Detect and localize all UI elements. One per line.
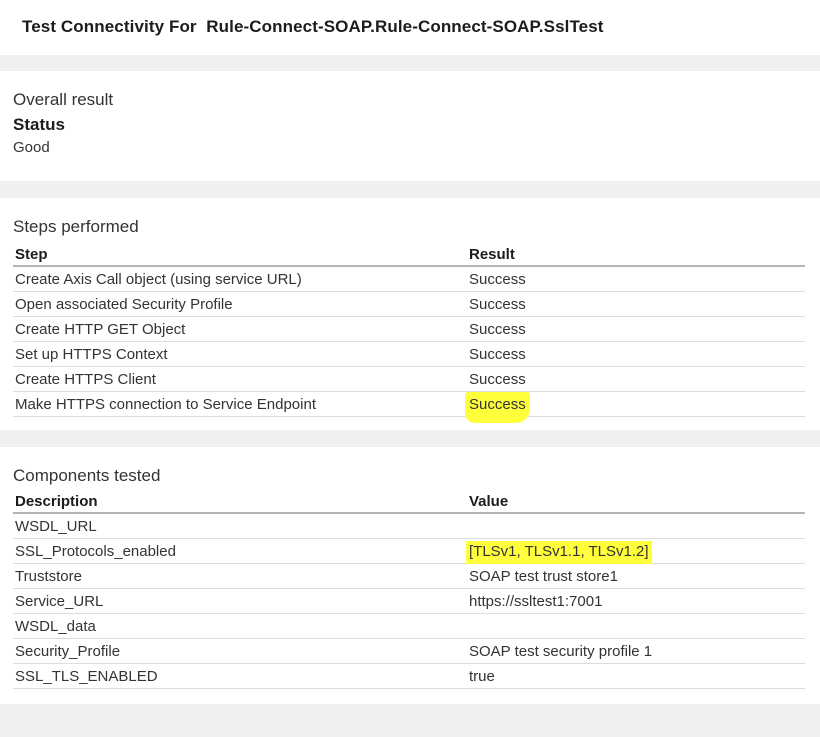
description-cell: WSDL_URL (13, 513, 467, 539)
page-header: Test Connectivity For Rule-Connect-SOAP.… (0, 0, 820, 55)
value-cell (467, 513, 805, 539)
overall-result-section: Overall result Status Good (0, 71, 820, 181)
components-tested-section: Components tested Description Value WSDL… (0, 447, 820, 704)
table-row: Create HTTPS Client Success (13, 366, 805, 392)
steps-header-row: Step Result (13, 239, 805, 267)
table-row: WSDL_URL (13, 513, 805, 539)
step-cell: Create HTTPS Client (13, 366, 467, 392)
steps-performed-section: Steps performed Step Result Create Axis … (0, 198, 820, 430)
value-cell: https://ssltest1:7001 (467, 588, 805, 614)
column-header-description: Description (13, 486, 467, 514)
steps-performed-title: Steps performed (13, 217, 139, 236)
description-cell: Truststore (13, 563, 467, 589)
value-cell: SOAP test security profile 1 (467, 638, 805, 664)
components-header-row: Description Value (13, 486, 805, 514)
step-cell: Set up HTTPS Context (13, 341, 467, 367)
result-cell: Success (467, 341, 805, 367)
components-table: Description Value WSDL_URL SSL_Protocols… (13, 486, 805, 689)
value-cell: [TLSv1, TLSv1.1, TLSv1.2] (466, 538, 805, 564)
status-label: Status (13, 115, 65, 134)
table-row: WSDL_data (13, 613, 805, 639)
highlighted-value: [TLSv1, TLSv1.1, TLSv1.2] (466, 540, 652, 564)
table-row: SSL_TLS_ENABLED true (13, 663, 805, 689)
table-row: Set up HTTPS Context Success (13, 341, 805, 367)
description-cell: Security_Profile (13, 638, 467, 664)
value-cell (467, 613, 805, 639)
step-cell: Create HTTP GET Object (13, 316, 467, 342)
column-header-step: Step (13, 239, 467, 267)
table-row: Open associated Security Profile Success (13, 291, 805, 317)
result-cell: Success (467, 316, 805, 342)
step-cell: Make HTTPS connection to Service Endpoin… (13, 391, 467, 417)
steps-table: Step Result Create Axis Call object (usi… (13, 239, 805, 423)
status-value: Good (13, 139, 50, 156)
result-cell: Success (467, 291, 805, 317)
description-cell: WSDL_data (13, 613, 467, 639)
table-row: Make HTTPS connection to Service Endpoin… (13, 391, 805, 423)
description-cell: Service_URL (13, 588, 467, 614)
result-cell: Success (467, 266, 805, 292)
column-header-result: Result (467, 239, 805, 267)
result-cell: Success (465, 391, 805, 423)
column-header-value: Value (467, 486, 805, 514)
table-row: Create HTTP GET Object Success (13, 316, 805, 342)
table-row: Security_Profile SOAP test security prof… (13, 638, 805, 664)
step-cell: Open associated Security Profile (13, 291, 467, 317)
table-row: Truststore SOAP test trust store1 (13, 563, 805, 589)
overall-result-title: Overall result (13, 90, 114, 109)
table-row: Service_URL https://ssltest1:7001 (13, 588, 805, 614)
result-cell: Success (467, 366, 805, 392)
table-row: Create Axis Call object (using service U… (13, 266, 805, 292)
page-title: Test Connectivity For Rule-Connect-SOAP.… (22, 17, 604, 36)
value-cell: true (467, 663, 805, 689)
description-cell: SSL_TLS_ENABLED (13, 663, 467, 689)
description-cell: SSL_Protocols_enabled (13, 538, 467, 564)
step-cell: Create Axis Call object (using service U… (13, 266, 467, 292)
components-tested-title: Components tested (13, 466, 161, 485)
table-row: SSL_Protocols_enabled [TLSv1, TLSv1.1, T… (13, 538, 805, 564)
highlighted-result: Success (465, 391, 530, 423)
value-cell: SOAP test trust store1 (467, 563, 805, 589)
